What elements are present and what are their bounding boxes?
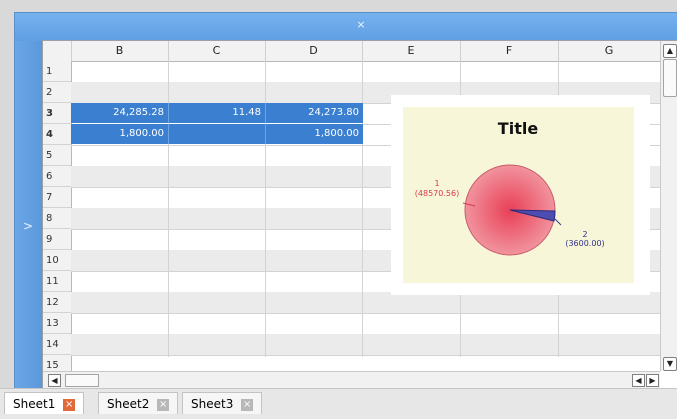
cell-c4[interactable] [168, 124, 265, 144]
column-header-c[interactable]: C [168, 41, 266, 61]
chart-plot-area: Title 1 (48570.56) 2 (3600.00) [403, 107, 634, 283]
horizontal-scrollbar[interactable]: ◀ ◀ ▶ [43, 371, 660, 388]
close-tab-icon[interactable]: × [157, 398, 170, 411]
pie-chart-svg: Title 1 (48570.56) 2 (3600.00) [415, 119, 605, 256]
row-header-7[interactable]: 7 [43, 187, 71, 208]
close-icon[interactable]: × [356, 19, 366, 30]
scroll-left-button[interactable]: ◀ [48, 374, 61, 387]
tab-sheet1[interactable]: Sheet1 × [4, 392, 85, 414]
sheet-area: B C D E F G 1 2 3 4 5 6 7 8 9 10 11 12 1… [42, 40, 677, 390]
row-header-13[interactable]: 13 [43, 313, 71, 334]
horizontal-scroll-thumb[interactable] [65, 374, 99, 387]
row-header-5[interactable]: 5 [43, 145, 71, 166]
cell-c3[interactable]: 11.48 [168, 103, 265, 123]
close-tab-icon[interactable]: × [63, 398, 76, 411]
grid-row [71, 334, 660, 356]
tab-label: Sheet1 [13, 397, 56, 411]
row-header-3[interactable]: 3 [43, 103, 71, 124]
slice-1-value: (48570.56) [415, 189, 459, 198]
row-header-2[interactable]: 2 [43, 82, 71, 103]
slice-1-label: 1 [434, 179, 439, 188]
left-strip: > [15, 41, 43, 389]
scroll-down-button[interactable]: ▼ [663, 357, 677, 371]
cell-b3[interactable]: 24,285.28 [71, 103, 168, 123]
row-header-4[interactable]: 4 [43, 124, 71, 145]
row-header-1[interactable]: 1 [43, 61, 71, 82]
row-header-9[interactable]: 9 [43, 229, 71, 250]
column-header-g[interactable]: G [558, 41, 661, 61]
scroll-right-button[interactable]: ▶ [646, 374, 659, 387]
grid-row [71, 355, 660, 357]
column-header-d[interactable]: D [265, 41, 363, 61]
column-header-bar: B C D E F G [43, 41, 661, 62]
column-header-e[interactable]: E [362, 41, 461, 61]
cell-b4[interactable]: 1,800.00 [71, 124, 168, 144]
slice-2-leader [553, 217, 562, 226]
column-header-b[interactable]: B [71, 41, 169, 61]
scroll-left-end-button[interactable]: ◀ [632, 374, 645, 387]
column-header-f[interactable]: F [460, 41, 559, 61]
vertical-scrollbar[interactable]: ▲ ▼ [660, 41, 677, 371]
row-header-11[interactable]: 11 [43, 271, 71, 292]
vertical-scroll-thumb[interactable] [663, 59, 677, 97]
pie-chart-object[interactable]: Title 1 (48570.56) 2 (3600.00) [391, 95, 650, 295]
selected-row-4[interactable]: 1,800.00 1,800.00 [71, 124, 363, 144]
tab-sheet2[interactable]: Sheet2 × [98, 392, 179, 414]
row-header-12[interactable]: 12 [43, 292, 71, 313]
tab-label: Sheet2 [107, 397, 150, 411]
tab-label: Sheet3 [191, 397, 234, 411]
scroll-up-button[interactable]: ▲ [663, 44, 677, 58]
tab-sheet3[interactable]: Sheet3 × [182, 392, 263, 414]
slice-2-value: (3600.00) [565, 239, 604, 248]
row-header-bar: 1 2 3 4 5 6 7 8 9 10 11 12 13 14 15 [43, 61, 72, 377]
grid-row [71, 61, 660, 83]
chevron-right-icon[interactable]: > [23, 219, 33, 233]
row-header-8[interactable]: 8 [43, 208, 71, 229]
chart-title: Title [498, 119, 539, 138]
row-header-14[interactable]: 14 [43, 334, 71, 355]
cell-d4[interactable]: 1,800.00 [265, 124, 363, 144]
row-header-10[interactable]: 10 [43, 250, 71, 271]
slice-2-label: 2 [582, 230, 587, 239]
grid-row [71, 292, 660, 314]
top-strip: × [15, 13, 677, 41]
row-header-6[interactable]: 6 [43, 166, 71, 187]
grid-row [71, 313, 660, 335]
sheet-tabs-bar: Sheet1 × Sheet2 × Sheet3 × [0, 388, 677, 419]
corner-cell[interactable] [43, 41, 72, 61]
close-tab-icon[interactable]: × [241, 398, 254, 411]
cell-d3[interactable]: 24,273.80 [265, 103, 363, 123]
selected-row-3[interactable]: 24,285.28 11.48 24,273.80 [71, 103, 363, 123]
